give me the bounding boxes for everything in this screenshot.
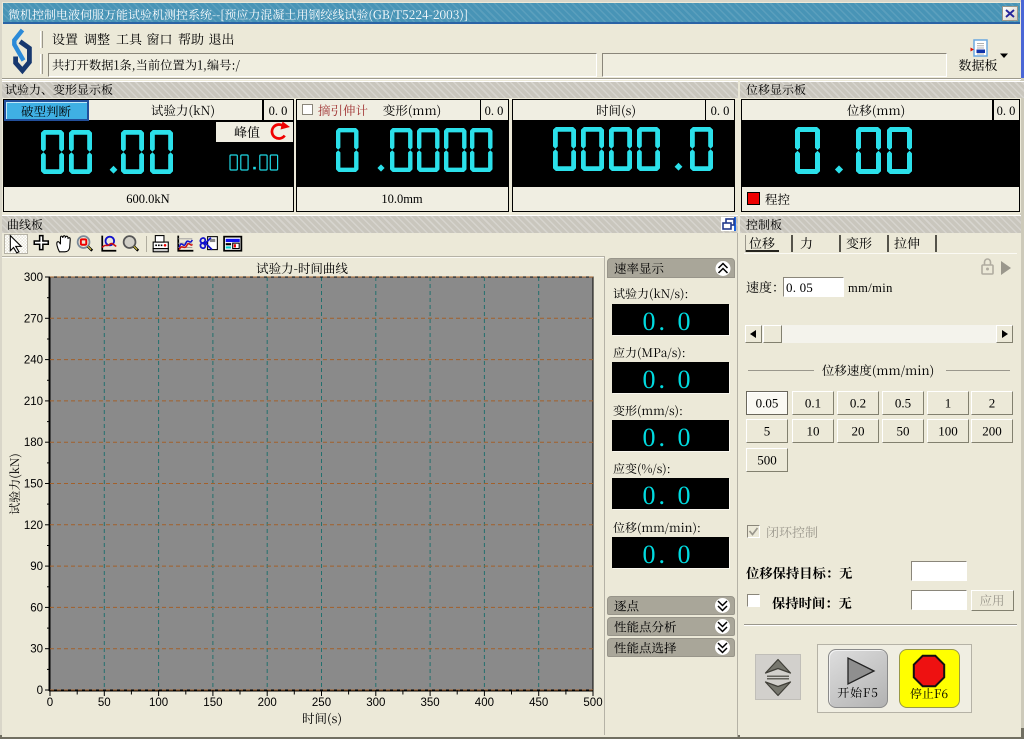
svg-text:50: 50 [98, 697, 111, 709]
svg-text:0: 0 [47, 697, 53, 709]
svg-text:30: 30 [30, 644, 43, 656]
svg-text:210: 210 [24, 396, 43, 408]
svg-text:500: 500 [757, 453, 777, 468]
svg-text:mm/min: mm/min [848, 281, 893, 295]
svg-text:0. 0: 0. 0 [485, 104, 504, 118]
svg-text:50: 50 [897, 424, 910, 439]
svg-text:400: 400 [475, 697, 494, 709]
svg-text:0. 0: 0. 0 [643, 540, 694, 569]
svg-text:0.1: 0.1 [805, 396, 821, 411]
svg-text:0. 05: 0. 05 [786, 280, 813, 295]
svg-text:200: 200 [258, 697, 277, 709]
svg-text:0. 0: 0. 0 [643, 307, 694, 336]
svg-text:0. 0: 0. 0 [997, 104, 1016, 118]
svg-text:350: 350 [421, 697, 440, 709]
svg-text:0.5: 0.5 [895, 396, 911, 411]
svg-text:300: 300 [366, 697, 385, 709]
svg-text:0. 0: 0. 0 [711, 104, 730, 118]
svg-text:90: 90 [30, 561, 43, 573]
svg-text:150: 150 [203, 697, 222, 709]
svg-text:60: 60 [30, 602, 43, 614]
svg-text:2: 2 [989, 396, 996, 411]
svg-text:0. 0: 0. 0 [643, 365, 694, 394]
svg-text:240: 240 [24, 355, 43, 367]
svg-text:0. 0: 0. 0 [269, 104, 288, 118]
svg-text:250: 250 [312, 697, 331, 709]
svg-text:1: 1 [945, 396, 952, 411]
svg-text:100: 100 [149, 697, 168, 709]
svg-text:270: 270 [24, 313, 43, 325]
svg-text:10.0mm: 10.0mm [381, 192, 423, 206]
svg-text:0: 0 [37, 685, 43, 697]
svg-text:300: 300 [24, 272, 43, 284]
svg-text:450: 450 [529, 697, 548, 709]
svg-text:0.05: 0.05 [756, 396, 779, 411]
svg-text:500: 500 [583, 697, 602, 709]
svg-text:5: 5 [764, 424, 771, 439]
svg-text:600.0kN: 600.0kN [126, 192, 169, 206]
svg-text:0.2: 0.2 [850, 396, 866, 411]
svg-text:150: 150 [24, 479, 43, 491]
svg-text:20: 20 [852, 424, 865, 439]
svg-text:0. 0: 0. 0 [643, 481, 694, 510]
svg-text:120: 120 [24, 520, 43, 532]
svg-text:0. 0: 0. 0 [643, 423, 694, 452]
svg-text:10: 10 [807, 424, 820, 439]
svg-text:200: 200 [982, 424, 1002, 439]
svg-text:180: 180 [24, 437, 43, 449]
svg-text:100: 100 [938, 424, 958, 439]
